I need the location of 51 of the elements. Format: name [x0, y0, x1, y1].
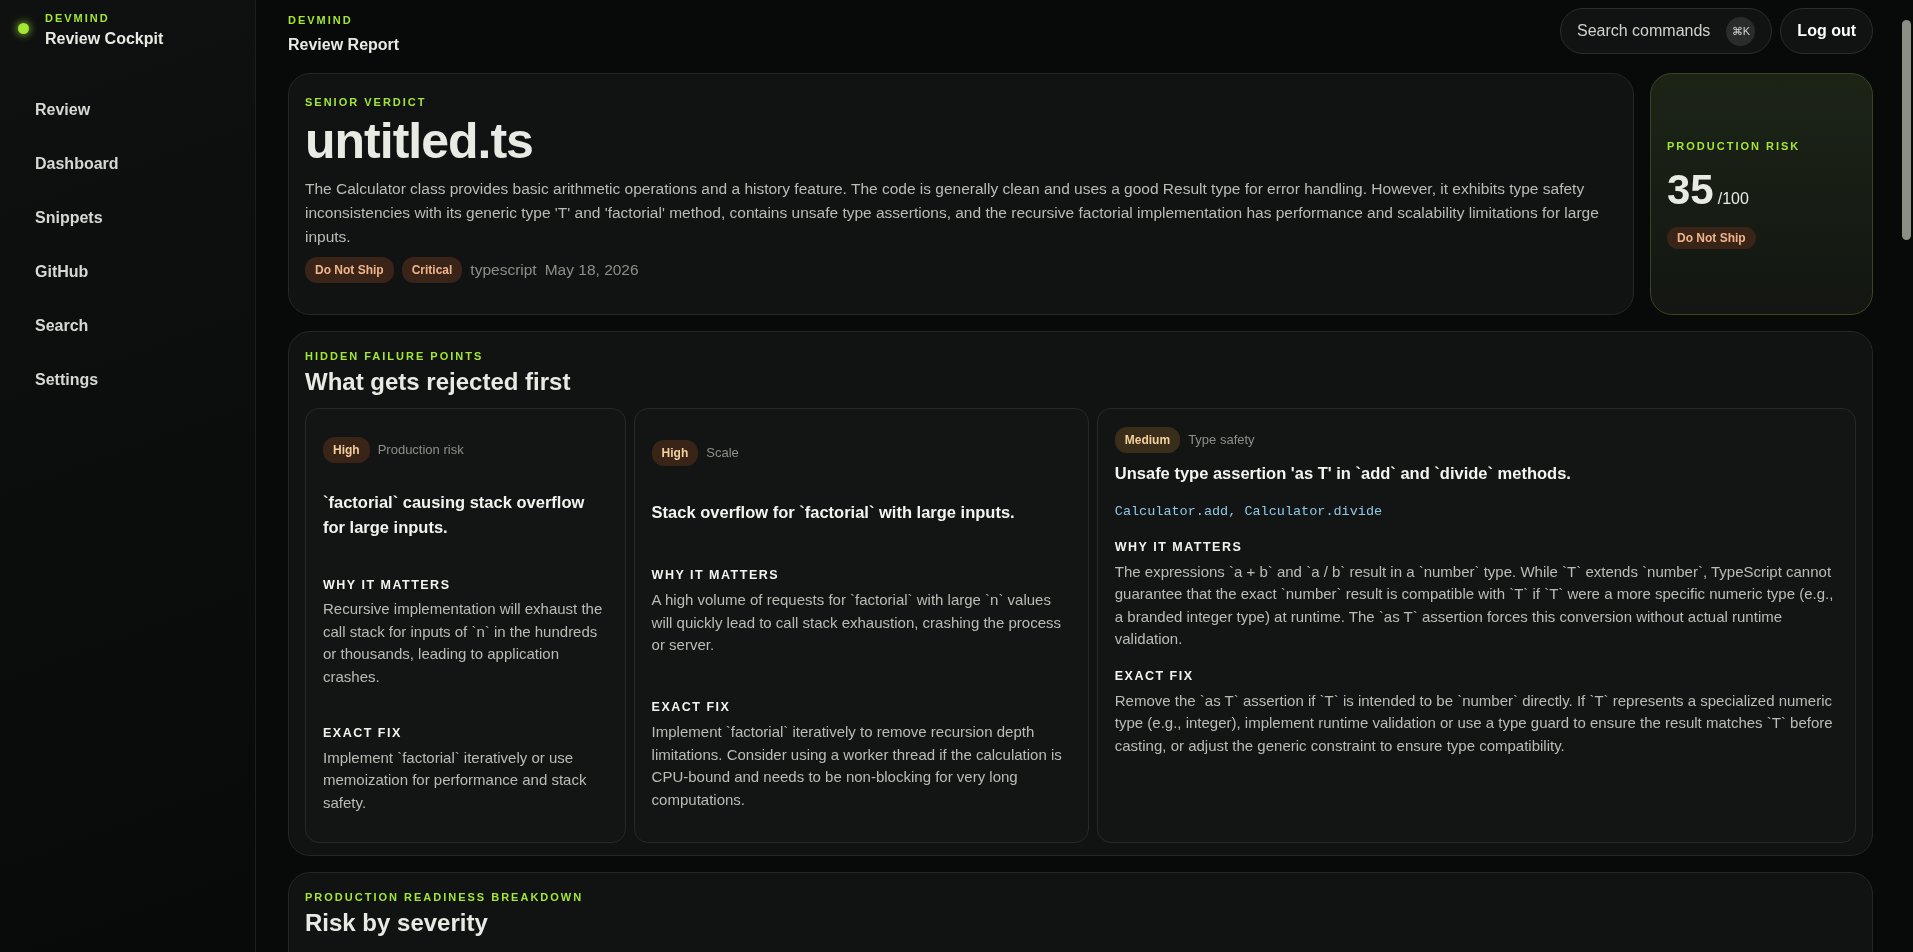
- fix-text: Implement `factorial` iteratively to remove recursion depth limitations. Consider using a worker thread if the calculation is CPU-bound and needs to be non-blocking for very long computations.: [651, 722, 1063, 810]
- logout-button[interactable]: Log out: [1780, 8, 1873, 54]
- risk-eyebrow: PRODUCTION RISK: [1667, 138, 1802, 154]
- category-label: Type safety: [1188, 431, 1255, 450]
- page-title: Review Report: [288, 34, 400, 55]
- sidebar-item[interactable]: Dashboard: [18, 136, 119, 191]
- sidebar-item[interactable]: Search: [18, 298, 89, 353]
- failure-title: `factorial` causing stack overflow for large inputs.: [323, 492, 586, 539]
- why-label: WHY IT MATTERS: [323, 576, 452, 594]
- why-text: The expressions `a + b` and `a / b` result in a `number` type. While `T` extends `number`, TypeScript cannot guarantee that the exact `number` result is compatible with `T` if `T` were a more specific numeric type (e.g., a branded integer type) at runtime. The `as T` assertion forces this conversion without actual runtime validation.: [1114, 561, 1835, 650]
- code-location: Calculator.add, Calculator.divide: [1114, 502, 1384, 521]
- failure-title: Stack overflow for `factorial` with large inputs.: [651, 501, 1016, 523]
- sidebar-item[interactable]: Settings: [18, 352, 99, 407]
- fix-label: EXACT FIX: [651, 699, 732, 717]
- status-tag: Critical: [401, 257, 463, 283]
- file-name: untitled.ts: [305, 114, 534, 169]
- app-title: Review Cockpit: [45, 28, 164, 49]
- shortcut-key: ⌘K: [1726, 16, 1756, 46]
- summary-text: The Calculator class provides basic arithmetic operations and a history feature. The code is generally clean and uses a good Result type for error handling. However, it exhibits type safety inconsistencies with its generic type 'T' and 'factorial' method, contains unsafe type assertions, and the recursive factorial implementation has performance and scalability limitations for large inputs.: [305, 179, 1600, 247]
- severity-tag: Medium: [1114, 427, 1181, 453]
- brand-label: DEVMIND: [45, 11, 111, 26]
- why-text: Recursive implementation will exhaust the call stack for inputs of `n` in the hundreds or thousands, leading to application crashes.: [323, 599, 604, 687]
- section-eyebrow: PRODUCTION READINESS BREAKDOWN: [305, 889, 585, 905]
- language-label: typescript: [470, 260, 537, 281]
- fix-text: Remove the `as T` assertion if `T` is intended to be `number` directly. If `T` represents a specialized numeric type (e.g., integer), implement runtime validation or use a type guard to ensure the result matches `T` before casting, or adjust the generic constraint to ensure type compatibility.: [1114, 690, 1834, 756]
- date-label: May 18, 2026: [544, 260, 639, 281]
- section-title: Risk by severity: [305, 908, 489, 938]
- sidebar-item[interactable]: Snippets: [18, 190, 103, 245]
- category-label: Scale: [706, 444, 739, 463]
- sidebar-item[interactable]: Review: [18, 82, 91, 137]
- search-commands-button[interactable]: Search commands ⌘K: [1559, 8, 1773, 54]
- why-text: A high volume of requests for `factorial` with large `n` values will quickly lead to call stack exhaustion, crashing the process or server.: [651, 590, 1062, 656]
- status-tag: Do Not Ship: [305, 257, 394, 283]
- page-eyebrow: DEVMIND: [288, 13, 354, 28]
- failure-title: Unsafe type assertion 'as T' in `add` and `divide` methods.: [1114, 463, 1572, 484]
- fix-text: Implement `factorial` iteratively or use memoization for performance and stack safety.: [323, 747, 588, 813]
- category-label: Production risk: [377, 441, 464, 460]
- severity-tag: High: [651, 439, 699, 466]
- fix-label: EXACT FIX: [1114, 667, 1195, 685]
- fix-label: EXACT FIX: [323, 724, 403, 742]
- status-tag: Do Not Ship: [1667, 227, 1756, 250]
- risk-score: 35: [1667, 165, 1714, 216]
- section-title: What gets rejected first: [305, 367, 572, 397]
- why-label: WHY IT MATTERS: [1114, 539, 1244, 556]
- sidebar-item[interactable]: GitHub: [18, 244, 89, 299]
- section-eyebrow: HIDDEN FAILURE POINTS: [305, 348, 485, 364]
- score-max: /100: [1717, 189, 1749, 210]
- why-label: WHY IT MATTERS: [651, 567, 781, 585]
- section-eyebrow: SENIOR VERDICT: [305, 94, 428, 110]
- scrollbar[interactable]: [1902, 20, 1911, 240]
- severity-tag: High: [323, 436, 370, 463]
